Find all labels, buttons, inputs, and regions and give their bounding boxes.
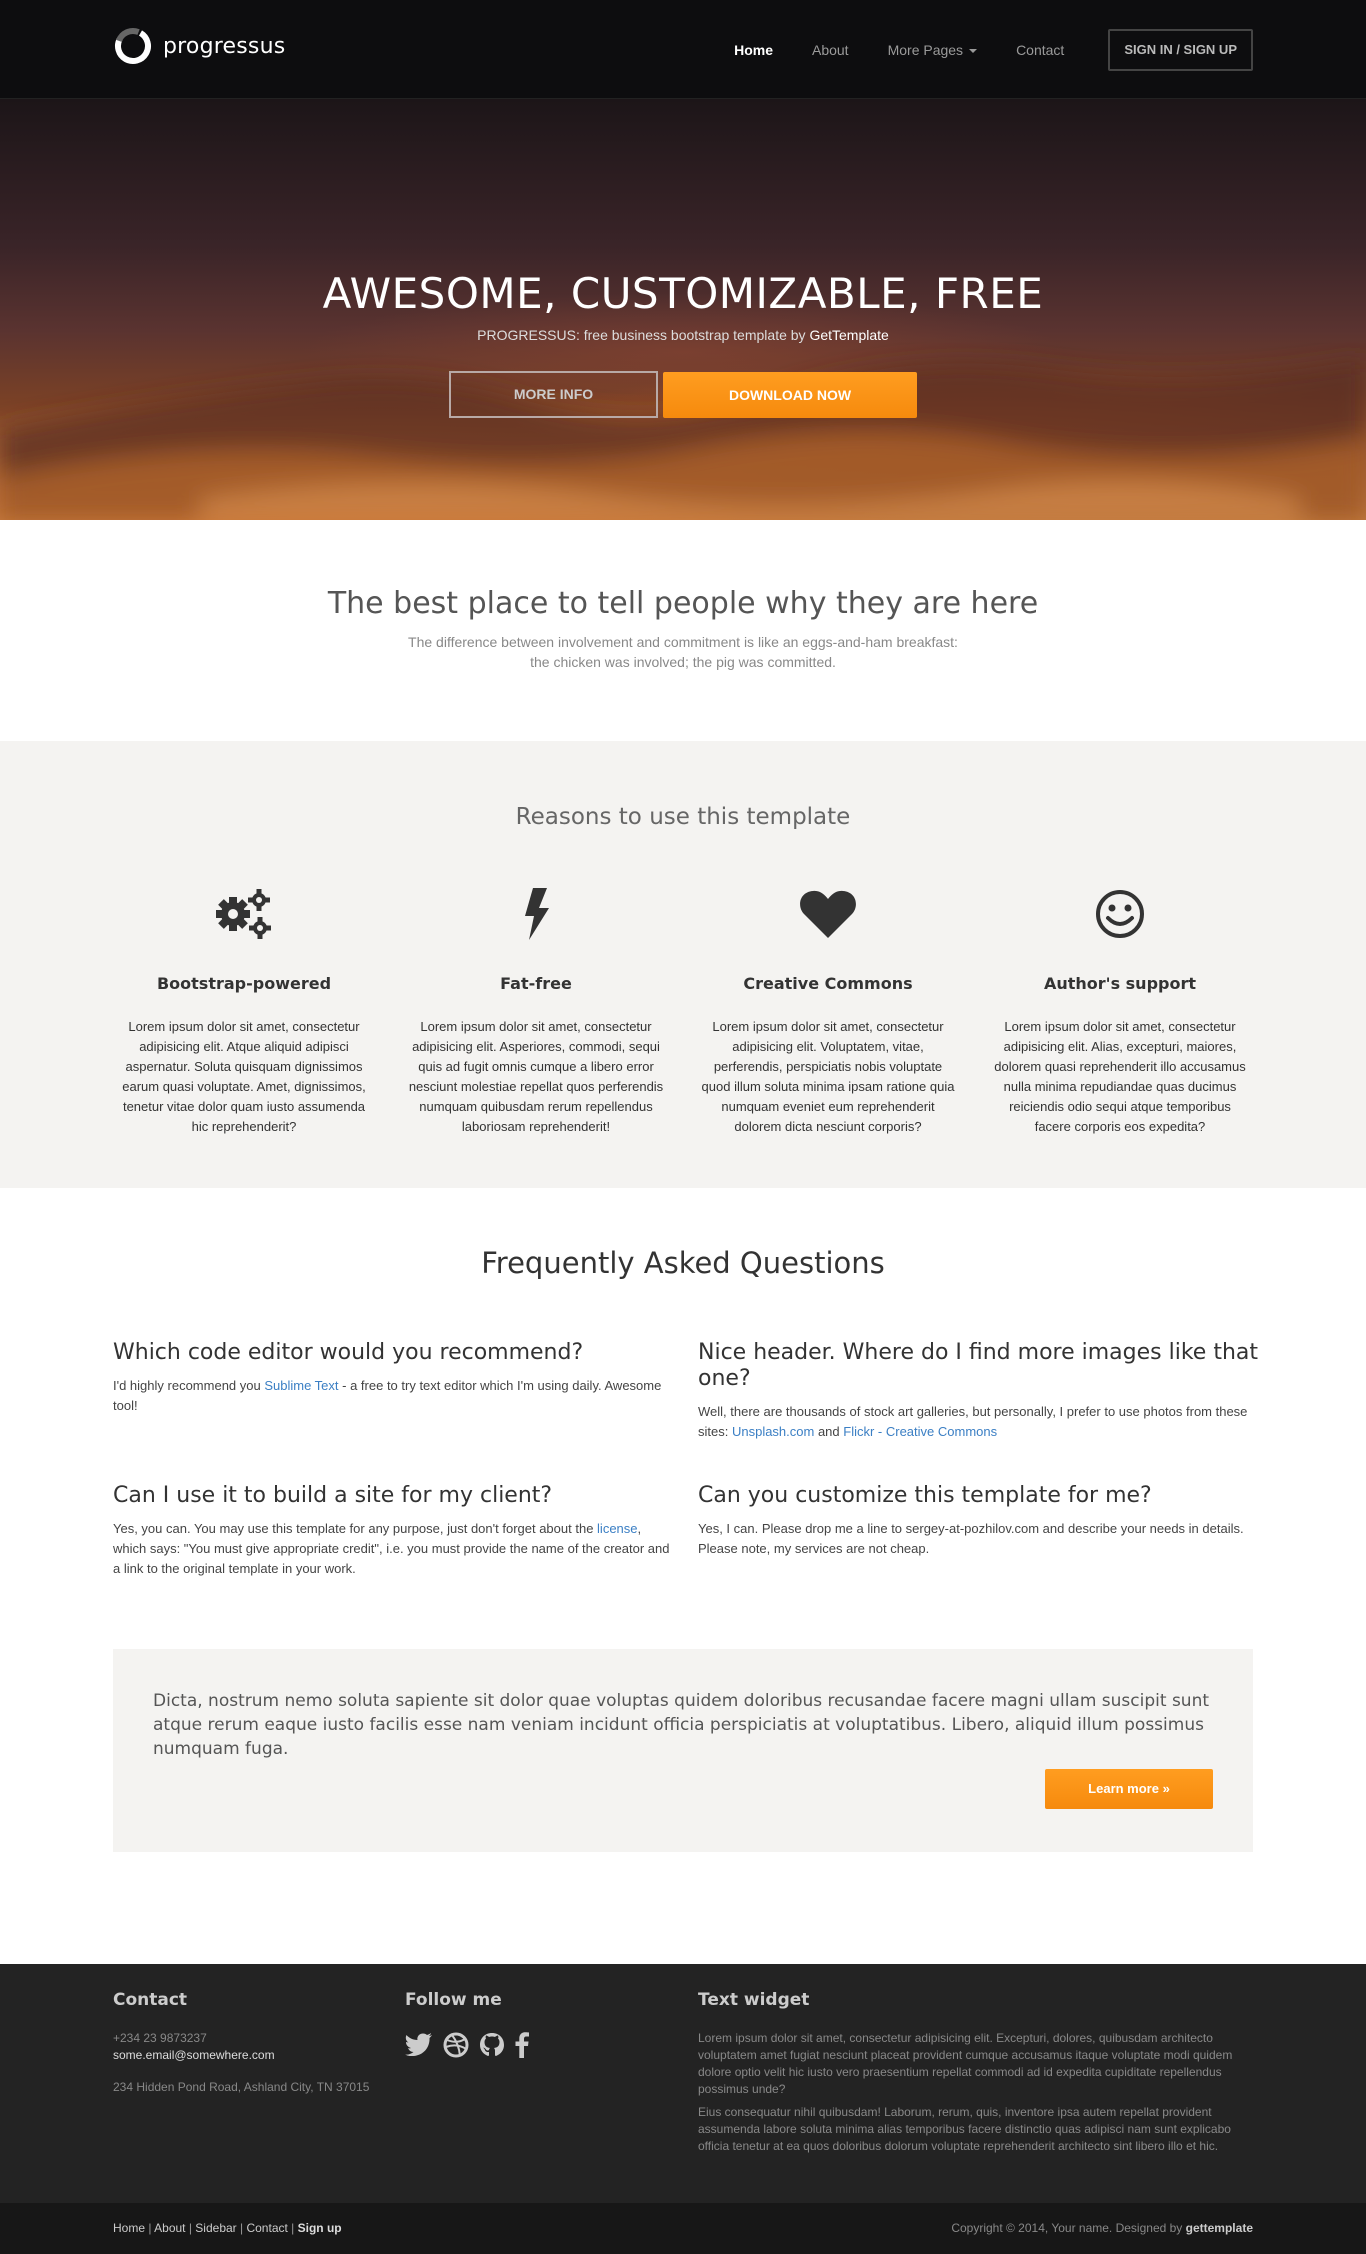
gears-icon: [216, 889, 271, 939]
reasons-section: Reasons to use this template Bootstrap-p…: [0, 741, 1366, 1188]
feature-fat-free: Fat-free Lorem ipsum dolor sit amet, con…: [406, 884, 666, 1137]
github-icon[interactable]: [479, 2032, 505, 2058]
faq-answer: Yes, I can. Please drop me a line to ser…: [698, 1521, 1244, 1556]
logo-icon: [115, 28, 151, 64]
faq-answer-text: I'd highly recommend you: [113, 1378, 265, 1393]
twitter-icon[interactable]: [405, 2032, 433, 2058]
main-nav: Home About More Pages Contact SIGN IN / …: [695, 29, 1253, 71]
feature-title: Fat-free: [500, 974, 572, 993]
sublime-text-link[interactable]: Sublime Text: [264, 1378, 338, 1393]
call-to-action: Dicta, nostrum nemo soluta sapiente sit …: [113, 1649, 1253, 1852]
feature-bootstrap: Bootstrap-powered Lorem ipsum dolor sit …: [114, 884, 374, 1137]
footer-text-widget: Text widget Lorem ipsum dolor sit amet, …: [698, 1990, 1258, 2155]
faq-heading: Frequently Asked Questions: [481, 1246, 885, 1280]
faq-answer: Yes, you can. You may use this template …: [113, 1519, 673, 1579]
feature-title: Author's support: [1043, 974, 1197, 993]
reasons-heading: Reasons to use this template: [515, 804, 851, 830]
faq-answer-text: and: [814, 1424, 844, 1439]
more-info-button[interactable]: MORE INFO: [449, 371, 658, 418]
contact-address: 234 Hidden Pond Road, Ashland City, TN 3…: [113, 2080, 370, 2094]
copyright: Copyright © 2014, Your name. Designed by…: [951, 2221, 1253, 2235]
subfooter-link-home[interactable]: Home: [113, 2221, 145, 2235]
caret-down-icon: [969, 49, 978, 54]
heart-icon: [800, 890, 856, 938]
footer-heading: Text widget: [698, 1990, 810, 2010]
intro-line-2: the chicken was involved; the pig was co…: [530, 654, 836, 670]
contact-phone: +234 23 9873237: [113, 2031, 207, 2045]
footer-contact: Contact +234 23 9873237 some.email@somew…: [113, 1990, 383, 2096]
nav-contact[interactable]: Contact: [1016, 29, 1064, 71]
hero-subtitle-link[interactable]: GetTemplate: [809, 327, 888, 343]
nav-about[interactable]: About: [812, 29, 849, 71]
faq-question: Can I use it to build a site for my clie…: [113, 1483, 553, 1508]
navbar: progressus Home About More Pages Contact…: [0, 0, 1366, 99]
hero-subtitle: PROGRESSUS: free business bootstrap temp…: [0, 327, 1366, 343]
feature-text: Lorem ipsum dolor sit amet, consectetur …: [994, 1019, 1246, 1134]
download-now-button[interactable]: DOWNLOAD NOW: [663, 372, 917, 418]
nav-home[interactable]: Home: [734, 29, 773, 71]
footer: Contact +234 23 9873237 some.email@somew…: [0, 1964, 1366, 2203]
feature-title: Bootstrap-powered: [156, 974, 332, 993]
faq-item: Which code editor would you recommend? I…: [113, 1340, 673, 1416]
brand-name: progressus: [163, 33, 286, 59]
intro-heading: The best place to tell people why they a…: [327, 586, 1039, 621]
feature-creative-commons: Creative Commons Lorem ipsum dolor sit a…: [698, 884, 958, 1137]
cta-text: Dicta, nostrum nemo soluta sapiente sit …: [153, 1691, 1210, 1759]
faq-answer: Well, there are thousands of stock art g…: [698, 1402, 1258, 1442]
copyright-text: Copyright © 2014, Your name. Designed by: [951, 2221, 1186, 2235]
feature-text: Lorem ipsum dolor sit amet, consectetur …: [701, 1019, 955, 1134]
nav-more-pages-label: More Pages: [887, 42, 964, 58]
signin-button[interactable]: SIGN IN / SIGN UP: [1108, 29, 1253, 71]
dribbble-icon[interactable]: [443, 2032, 469, 2058]
intro-line-1: The difference between involvement and c…: [408, 634, 958, 650]
subfooter-link-signup[interactable]: Sign up: [298, 2221, 342, 2235]
flickr-link[interactable]: Flickr - Creative Commons: [843, 1424, 997, 1439]
gettemplate-link[interactable]: gettemplate: [1186, 2221, 1253, 2235]
feature-text: Lorem ipsum dolor sit amet, consectetur …: [408, 1019, 664, 1134]
footer-heading: Follow me: [405, 1990, 502, 2010]
subfooter-link-about[interactable]: About: [154, 2221, 185, 2235]
facebook-icon[interactable]: [515, 2032, 529, 2058]
hero-title: AWESOME, CUSTOMIZABLE, FREE: [322, 269, 1044, 318]
faq-question: Which code editor would you recommend?: [113, 1340, 584, 1365]
faq-answer: I'd highly recommend you Sublime Text - …: [113, 1376, 673, 1416]
feature-text: Lorem ipsum dolor sit amet, consectetur …: [122, 1019, 366, 1134]
lightning-icon: [525, 888, 549, 940]
learn-more-button[interactable]: Learn more »: [1045, 1769, 1213, 1809]
nav-more-pages[interactable]: More Pages: [887, 29, 978, 71]
subfooter-links: Home | About | Sidebar | Contact | Sign …: [113, 2221, 342, 2235]
faq-answer-text: Yes, you can. You may use this template …: [113, 1521, 598, 1536]
brand-link[interactable]: progressus: [113, 26, 285, 66]
faq-item: Nice header. Where do I find more images…: [698, 1340, 1258, 1442]
faq-question: Can you customize this template for me?: [698, 1483, 1152, 1508]
hero: AWESOME, CUSTOMIZABLE, FREE PROGRESSUS: …: [0, 99, 1366, 520]
feature-title: Creative Commons: [743, 974, 913, 993]
contact-email[interactable]: some.email@somewhere.com: [113, 2047, 383, 2064]
unsplash-link[interactable]: Unsplash.com: [732, 1424, 814, 1439]
footer-follow: Follow me: [405, 1990, 665, 2058]
faq-item: Can I use it to build a site for my clie…: [113, 1483, 673, 1579]
hero-subtitle-text: PROGRESSUS: free business bootstrap temp…: [477, 327, 810, 343]
footer-heading: Contact: [113, 1990, 188, 2010]
subfooter-link-contact[interactable]: Contact: [246, 2221, 287, 2235]
subfooter-link-sidebar[interactable]: Sidebar: [195, 2221, 236, 2235]
intro-section: The best place to tell people why they a…: [0, 520, 1366, 741]
social-links: [405, 2032, 665, 2058]
widget-paragraph-1: Lorem ipsum dolor sit amet, consectetur …: [698, 2031, 1233, 2096]
widget-paragraph-2: Eius consequatur nihil quibusdam! Laboru…: [698, 2105, 1231, 2153]
faq-item: Can you customize this template for me? …: [698, 1483, 1258, 1559]
subfooter: Home | About | Sidebar | Contact | Sign …: [0, 2203, 1366, 2254]
smile-icon: [1096, 890, 1144, 938]
feature-author-support: Author's support Lorem ipsum dolor sit a…: [990, 884, 1250, 1137]
faq-question: Nice header. Where do I find more images…: [698, 1340, 1258, 1391]
license-link[interactable]: license: [597, 1521, 637, 1536]
